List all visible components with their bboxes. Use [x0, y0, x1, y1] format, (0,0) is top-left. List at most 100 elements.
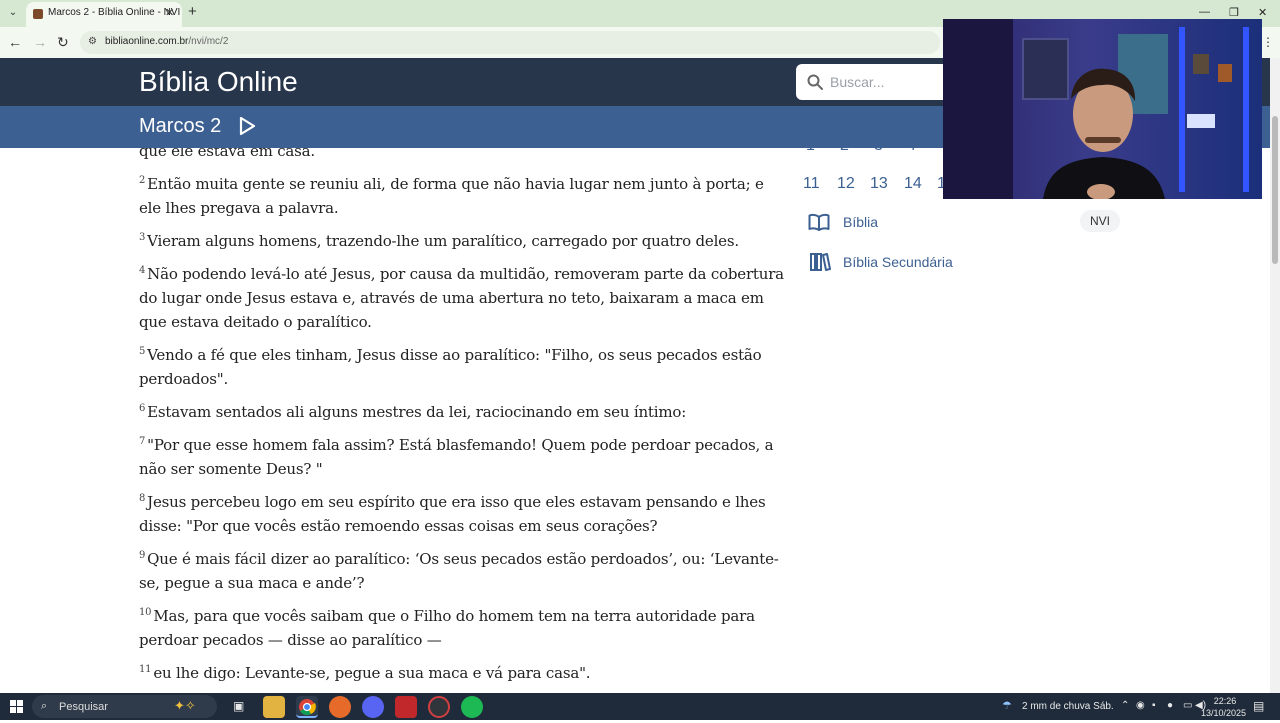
page-scrollbar[interactable] [1270, 58, 1280, 693]
verse: que ele estava em casa. [139, 148, 787, 163]
search-icon [807, 74, 823, 90]
taskbar-search-box[interactable]: ⌕ Pesquisar ✦✧ [32, 695, 217, 718]
search-placeholder: Buscar... [830, 74, 885, 90]
task-view-icon[interactable]: ▣ [233, 699, 244, 713]
search-input[interactable]: Buscar... [796, 64, 956, 100]
chapter-link[interactable]: 13 [870, 175, 888, 193]
tab-search-chevron-icon[interactable]: ⌄ [4, 4, 22, 22]
url-path: /nvi/mc/2 [188, 36, 229, 47]
verse-number[interactable]: 3 [139, 232, 145, 243]
webcam-overlay [943, 19, 1262, 199]
app-icon[interactable] [362, 696, 384, 718]
version-badge[interactable]: NVI [1080, 210, 1120, 232]
minimize-window-icon[interactable]: — [1199, 6, 1210, 18]
capture-app-icon[interactable] [428, 696, 450, 718]
verse: 10 Mas, para que vocês saibam que o Filho… [139, 604, 787, 652]
verse-number[interactable]: 2 [139, 175, 145, 186]
firefox-icon[interactable] [329, 696, 351, 718]
reload-icon[interactable]: ↻ [57, 34, 69, 50]
back-arrow-icon[interactable]: ← [8, 34, 22, 50]
close-window-icon[interactable]: ✕ [1258, 6, 1267, 19]
network-icon[interactable]: ▭ [1183, 700, 1192, 711]
tray-security-icon[interactable]: ▪ [1152, 700, 1156, 711]
verse-text: "Por que esse homem fala assim? Está bla… [139, 436, 774, 478]
verse: 9 Que é mais fácil dizer ao paralítico: ‘… [139, 547, 787, 595]
windows-start-icon[interactable] [10, 700, 23, 713]
verse-number[interactable]: 11 [139, 664, 152, 675]
site-favicon-icon [33, 9, 43, 19]
notifications-icon[interactable]: ▤ [1253, 699, 1264, 713]
verse: 11 eu lhe digo: Levante-se, pegue a sua m… [139, 661, 787, 685]
chapter-title: Marcos 2 [139, 115, 222, 137]
chapter-link[interactable]: 1 [806, 137, 815, 155]
address-bar[interactable]: ⚙ bibliaonline.com.br/nvi/mc/2 [80, 31, 940, 54]
verse-text: Não podendo levá-lo até Jesus, por causa… [139, 265, 784, 331]
verse: 7 "Por que esse homem fala assim? Está bl… [139, 433, 787, 481]
verse-list: que ele estava em casa. 2 Então muita gent… [139, 148, 787, 685]
verse-number[interactable]: 6 [139, 403, 145, 414]
site-info-icon[interactable]: ⚙ [88, 36, 97, 47]
tab-close-icon[interactable]: ✕ [165, 6, 174, 19]
chrome-icon[interactable] [296, 696, 318, 718]
weather-rain-icon: ☂ [1002, 700, 1012, 712]
chapter-link[interactable]: 4 [907, 137, 916, 155]
verse-text: eu lhe digo: Levante-se, pegue a sua mac… [153, 664, 591, 682]
site-logo-title[interactable]: Bíblia Online [139, 66, 298, 98]
restore-window-icon[interactable]: ❐ [1229, 6, 1239, 19]
verse-text: Vieram alguns homens, trazendo-lhe um pa… [147, 232, 739, 250]
chrome-logo-icon [299, 699, 316, 716]
secondary-bible-link-label: Bíblia Secundária [843, 254, 953, 270]
new-tab-plus-icon[interactable]: + [188, 4, 197, 20]
verse-text: que ele estava em casa. [139, 148, 315, 160]
verse-number[interactable]: 9 [139, 550, 145, 561]
forward-arrow-icon[interactable]: → [33, 34, 47, 50]
spotify-icon[interactable] [461, 696, 483, 718]
tray-app-icon[interactable]: ◉ [1136, 700, 1145, 711]
verse-text: Que é mais fácil dizer ao paralítico: ‘O… [139, 550, 779, 592]
browser-menu-icon[interactable]: ⋮ [1262, 34, 1274, 50]
taskbar-search-label: Pesquisar [59, 701, 108, 713]
verse-number[interactable]: 7 [139, 436, 145, 447]
verse: 5 Vendo a fé que eles tinham, Jesus disse… [139, 343, 787, 391]
verse-number[interactable]: 10 [139, 607, 152, 618]
verse: 2 Então muita gente se reuniu ali, de for… [139, 172, 787, 220]
weather-text[interactable]: 2 mm de chuva Sáb. [1022, 701, 1114, 712]
books-icon [810, 253, 831, 271]
chapter-link[interactable]: 3 [874, 137, 883, 155]
verse: 4 Não podendo levá-lo até Jesus, por caus… [139, 262, 787, 334]
browser-tab-active[interactable]: Marcos 2 - Bíblia Online - NVI ✕ [26, 2, 182, 27]
copilot-sparkle-icon: ✦✧ [174, 698, 196, 713]
chapter-link[interactable]: 2 [840, 137, 849, 155]
chapter-link[interactable]: 11 [803, 175, 820, 193]
clock-date[interactable]: 13/10/2025 [1201, 708, 1246, 718]
play-audio-icon[interactable] [238, 116, 256, 136]
verse-text: Vendo a fé que eles tinham, Jesus disse … [139, 346, 762, 388]
verse-number[interactable]: 8 [139, 493, 145, 504]
verse-text: Jesus percebeu logo em seu espírito que … [139, 493, 766, 535]
url-domain: bibliaonline.com.br [105, 36, 189, 47]
video-app-icon[interactable] [395, 696, 417, 718]
verse-text: Estavam sentados ali alguns mestres da l… [147, 403, 687, 421]
bible-link-label: Bíblia [843, 214, 879, 230]
chapter-link[interactable]: 12 [837, 175, 855, 193]
scrollbar-thumb[interactable] [1272, 116, 1278, 264]
url-text: bibliaonline.com.br/nvi/mc/2 [105, 36, 228, 47]
windows-taskbar: ⌕ Pesquisar ✦✧ ▣ ☂ 2 mm de chuva Sáb. ⌃ … [0, 693, 1280, 720]
chapter-link[interactable]: 14 [904, 175, 922, 193]
verse-text: Mas, para que vocês saibam que o Filho d… [139, 607, 755, 649]
chapter-text: que ele estava em casa. 2 Então muita gent… [139, 148, 787, 693]
verse: 6 Estavam sentados ali alguns mestres da … [139, 400, 787, 424]
taskbar-search-icon: ⌕ [41, 700, 48, 712]
verse-number[interactable]: 5 [139, 346, 145, 357]
file-explorer-icon[interactable] [263, 696, 285, 718]
verse-text: Então muita gente se reuniu ali, de form… [139, 175, 764, 217]
microphone-icon[interactable]: ● [1167, 700, 1173, 711]
verse-number[interactable]: 4 [139, 265, 145, 276]
tray-chevron-icon[interactable]: ⌃ [1121, 700, 1129, 711]
webcam-video-frame [943, 19, 1262, 199]
tab-title: Marcos 2 - Bíblia Online - NVI [48, 7, 181, 18]
verse: 3 Vieram alguns homens, trazendo-lhe um p… [139, 229, 787, 253]
open-book-icon [808, 213, 830, 231]
verse: 8 Jesus percebeu logo em seu espírito que… [139, 490, 787, 538]
clock-time[interactable]: 22:26 [1209, 696, 1241, 706]
